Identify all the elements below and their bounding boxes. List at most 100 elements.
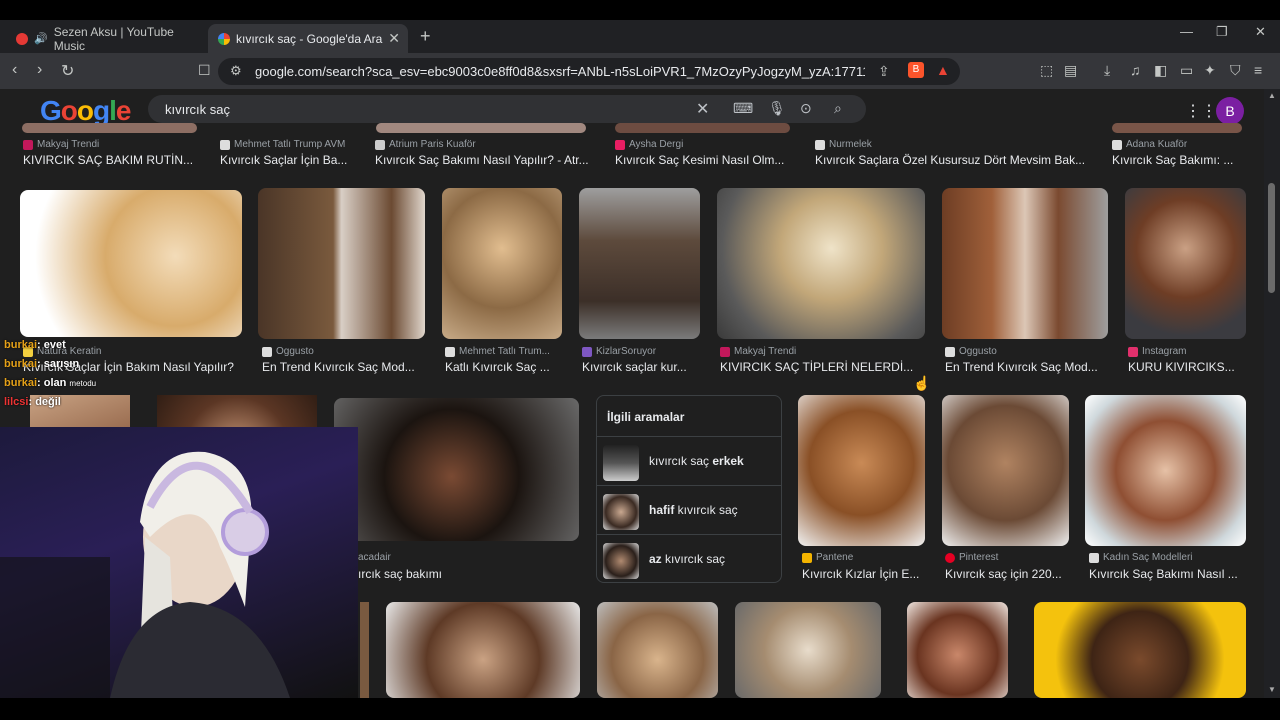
result-source[interactable]: Adana Kuaför [1112,139,1187,150]
image-thumbnail[interactable] [942,188,1108,339]
result-title[interactable]: Kıvırcık Saç Bakımı Nasıl ... [1089,567,1249,581]
result-title[interactable]: Kıvırcık saç için 220... [945,567,1070,581]
back-icon[interactable]: ‹ [12,61,17,79]
result-title[interactable]: Kıvırcık saçlar kur... [582,360,707,374]
result-source[interactable]: acadair [358,552,391,563]
image-thumbnail[interactable] [334,398,579,541]
result-source[interactable]: Makyaj Trendi [720,346,796,357]
result-source[interactable]: Aysha Dergi [615,139,683,150]
related-search-plain: kıvırcık saç [649,454,713,468]
result-source[interactable]: Kadın Saç Modelleri [1089,552,1193,563]
image-thumbnail[interactable] [20,190,242,337]
share-icon[interactable]: ⇪ [878,63,890,80]
image-thumbnail[interactable] [579,188,700,339]
source-label: Adana Kuaför [1126,139,1188,150]
related-search-item[interactable]: hafif kıvırcık saç [597,485,781,534]
image-thumbnail[interactable] [798,395,925,546]
menu-icon[interactable]: ≡ [1254,62,1262,78]
brave-shields-icon[interactable]: B [908,62,924,78]
tab-youtube-music[interactable]: 🔊 Sezen Aksu | YouTube Music [6,24,204,53]
chat-user: burkai [4,339,38,351]
source-label: Aysha Dergi [629,139,684,150]
sidebar-icon[interactable]: ◧ [1154,62,1167,79]
download-icon[interactable]: ⤓ [1104,62,1110,79]
image-thumbnail[interactable] [386,602,580,698]
minimize-icon[interactable]: — [1180,24,1193,39]
image-thumbnail[interactable] [735,602,881,698]
scroll-up-icon[interactable]: ▲ [1268,91,1276,100]
bookmark-icon[interactable]: ☐ [198,62,211,79]
image-thumbnail[interactable] [360,602,369,698]
reader-mode-icon[interactable]: ▤ [1064,62,1077,79]
keyboard-icon[interactable]: ⌨ [733,100,753,117]
image-thumbnail[interactable] [442,188,562,339]
image-thumbnail[interactable] [942,395,1069,546]
restore-icon[interactable]: ❐ [1216,24,1228,40]
result-source[interactable]: Nurmelek [815,139,872,150]
result-title[interactable]: KIVIRCIK SAÇ TİPLERİ NELERDİ... [720,360,930,374]
result-source[interactable]: Oggusto [262,346,314,357]
search-box[interactable]: kıvırcık saç ✕ ⌨ 🎙 ⊙ ⌕ [148,95,866,123]
close-window-icon[interactable]: ✕ [1255,24,1266,40]
close-tab-icon[interactable]: ✕ [388,30,400,47]
result-source[interactable]: Mehmet Tatlı Trum... [445,346,550,357]
music-icon[interactable]: ♫ [1130,62,1141,78]
image-thumbnail[interactable] [376,123,586,133]
source-label: Oggusto [276,346,314,357]
result-source[interactable]: Atrium Paris Kuaför [375,139,476,150]
result-title[interactable]: KIVIRCIK SAÇ BAKIM RUTİN... [23,153,203,167]
result-title[interactable]: Katlı Kıvırcık Saç ... [445,360,565,374]
image-thumbnail[interactable] [717,188,925,339]
image-thumbnail[interactable] [1085,395,1246,546]
search-input[interactable]: kıvırcık saç [165,102,230,117]
reload-icon[interactable]: ↻ [61,61,74,81]
leo-ai-icon[interactable]: ✦ [1204,62,1216,79]
image-thumbnail[interactable] [907,602,1008,698]
result-title[interactable]: Kıvırcık Kızlar İçin E... [802,567,927,581]
result-source[interactable]: Pinterest [945,552,998,563]
image-thumbnail[interactable] [258,188,425,339]
scrollbar-thumb[interactable] [1268,183,1275,293]
result-source[interactable]: Pantene [802,552,853,563]
extensions-icon[interactable]: ⬚ [1040,62,1053,79]
related-search-item[interactable]: kıvırcık saç erkek [597,436,781,485]
microphone-icon[interactable]: 🎙 [768,100,786,117]
result-source[interactable]: Instagram [1128,346,1186,357]
result-title[interactable]: Kıvırcık Saç Bakımı: ... [1112,153,1252,167]
scroll-down-icon[interactable]: ▼ [1268,685,1276,694]
result-source[interactable]: Oggusto [945,346,997,357]
new-tab-icon[interactable]: + [420,26,431,47]
result-title[interactable]: Kıvırcık Saç Kesimi Nasıl Olm... [615,153,795,167]
result-title[interactable]: KURU KIVIRCIKS... [1128,360,1248,374]
brave-rewards-icon[interactable]: ▲ [936,62,950,78]
related-search-item[interactable]: az kıvırcık saç [597,534,781,583]
image-thumbnail[interactable] [1034,602,1246,698]
lens-icon[interactable]: ⊙ [800,100,812,117]
result-title[interactable]: Kıvırcık Saçlara Özel Kusursuz Dört Mevs… [815,153,1095,167]
result-title[interactable]: En Trend Kıvırcık Saç Mod... [945,360,1110,374]
image-thumbnail[interactable] [615,123,790,133]
vpn-icon[interactable]: ⛉ [1230,62,1241,79]
result-source[interactable]: KizlarSoruyor [582,346,656,357]
image-thumbnail[interactable] [1125,188,1246,339]
site-info-icon[interactable]: ⚙ [230,63,242,79]
related-searches-heading: İlgili aramalar [607,410,685,424]
image-thumbnail[interactable] [597,602,718,698]
result-title[interactable]: Kıvırcık Saçlar İçin Ba... [220,153,360,167]
result-source[interactable]: Mehmet Tatlı Trump AVM [220,139,345,150]
search-icon[interactable]: ⌕ [834,100,842,117]
image-thumbnail[interactable] [22,123,197,133]
address-bar[interactable]: ⚙ google.com/search?sca_esv=ebc9003c0e8f… [218,58,960,85]
forward-icon[interactable]: › [37,61,42,79]
clear-icon[interactable]: ✕ [696,99,709,119]
result-source[interactable]: Makyaj Trendi [23,139,99,150]
tab-google-search[interactable]: kıvırcık saç - Google'da Ara ✕ [208,24,408,53]
avatar[interactable]: B [1216,97,1244,125]
image-thumbnail[interactable] [1112,123,1242,133]
vertical-scrollbar[interactable]: ▲ ▼ [1264,89,1280,698]
result-title[interactable]: En Trend Kıvırcık Saç Mod... [262,360,427,374]
url-text: google.com/search?sca_esv=ebc9003c0e8ff0… [255,64,865,79]
result-title[interactable]: ırcık saç bakımı [358,567,578,581]
wallet-icon[interactable]: ▭ [1180,62,1193,79]
result-title[interactable]: Kıvırcık Saç Bakımı Nasıl Yapılır? - Atr… [375,153,595,167]
